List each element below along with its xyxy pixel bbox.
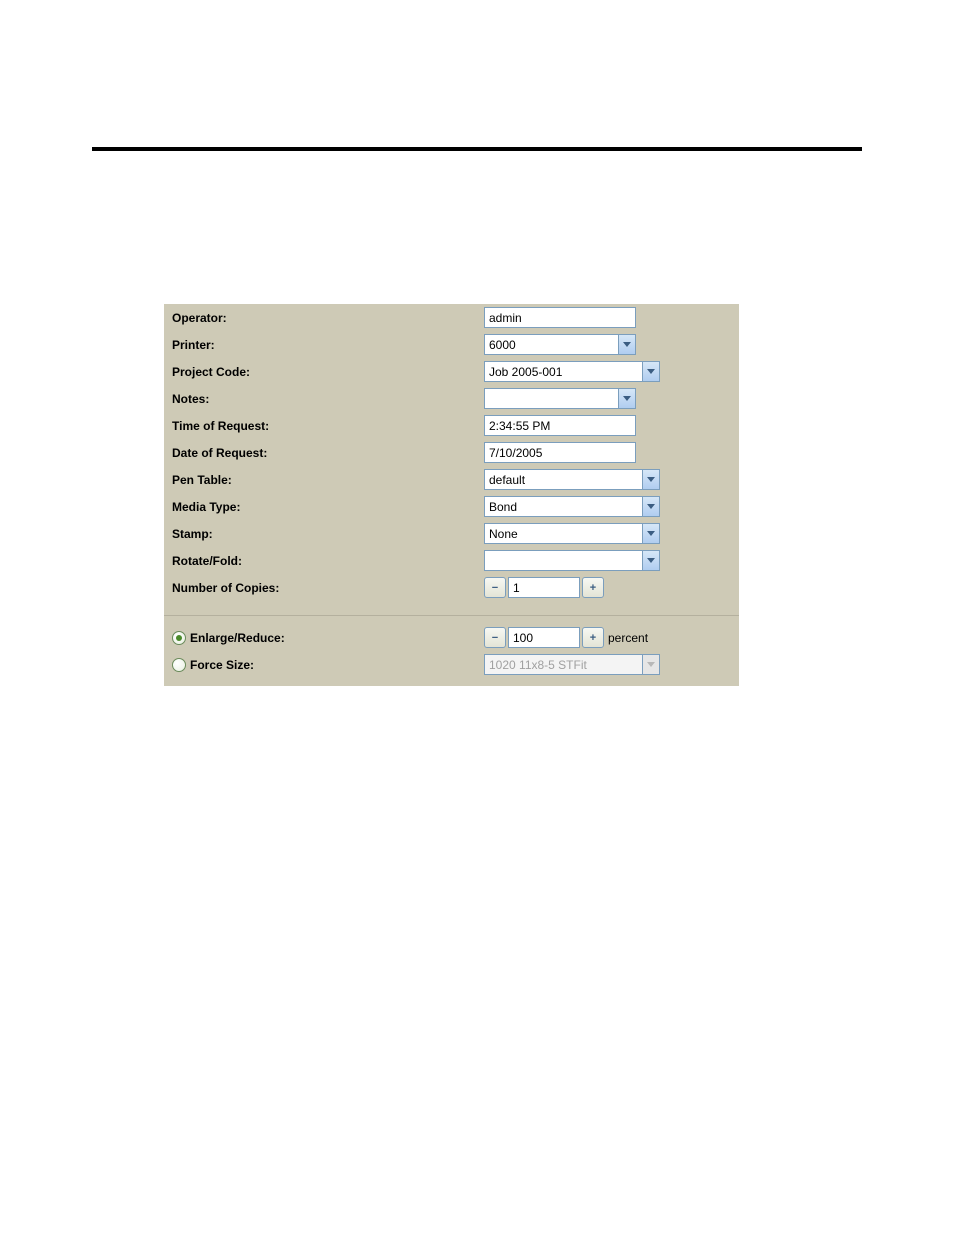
- label-time-of-request: Time of Request:: [172, 419, 484, 433]
- scale-plus-button[interactable]: +: [582, 627, 604, 648]
- label-operator: Operator:: [172, 311, 484, 325]
- operator-input[interactable]: [484, 307, 636, 328]
- copies-input[interactable]: [508, 577, 580, 598]
- printer-dropdown-button[interactable]: [618, 334, 636, 355]
- row-printer: Printer:: [164, 331, 739, 358]
- pen-table-input[interactable]: [484, 469, 642, 490]
- notes-dropdown-button[interactable]: [618, 388, 636, 409]
- stamp-combo: [484, 523, 660, 544]
- label-project-code: Project Code:: [172, 365, 484, 379]
- print-settings-panel: Operator: Printer: Project Code: Notes:: [164, 304, 739, 686]
- row-force-size: Force Size:: [164, 651, 739, 678]
- minus-icon: −: [492, 632, 498, 644]
- percent-suffix: percent: [608, 631, 648, 645]
- force-size-input: [484, 654, 642, 675]
- label-enlarge-reduce: Enlarge/Reduce:: [190, 631, 285, 645]
- printer-input[interactable]: [484, 334, 618, 355]
- copies-minus-button[interactable]: −: [484, 577, 506, 598]
- label-notes: Notes:: [172, 392, 484, 406]
- minus-icon: −: [492, 582, 498, 594]
- media-type-combo: [484, 496, 660, 517]
- enlarge-reduce-radio[interactable]: [172, 631, 186, 645]
- project-code-dropdown-button[interactable]: [642, 361, 660, 382]
- row-media-type: Media Type:: [164, 493, 739, 520]
- label-rotate-fold: Rotate/Fold:: [172, 554, 484, 568]
- pen-table-combo: [484, 469, 660, 490]
- label-stamp: Stamp:: [172, 527, 484, 541]
- label-date-of-request: Date of Request:: [172, 446, 484, 460]
- row-copies: Number of Copies: − +: [164, 574, 739, 601]
- printer-combo: [484, 334, 636, 355]
- row-notes: Notes:: [164, 385, 739, 412]
- pen-table-dropdown-button[interactable]: [642, 469, 660, 490]
- chevron-down-icon: [647, 504, 655, 510]
- row-enlarge-reduce: Enlarge/Reduce: − + percent: [164, 624, 739, 651]
- copies-plus-button[interactable]: +: [582, 577, 604, 598]
- notes-combo: [484, 388, 636, 409]
- force-size-dropdown-button: [642, 654, 660, 675]
- label-copies: Number of Copies:: [172, 581, 484, 595]
- stamp-input[interactable]: [484, 523, 642, 544]
- row-date-of-request: Date of Request:: [164, 439, 739, 466]
- rotate-fold-dropdown-button[interactable]: [642, 550, 660, 571]
- chevron-down-icon: [647, 369, 655, 375]
- chevron-down-icon: [647, 531, 655, 537]
- plus-icon: +: [590, 582, 596, 594]
- row-time-of-request: Time of Request:: [164, 412, 739, 439]
- label-media-type: Media Type:: [172, 500, 484, 514]
- row-pen-table: Pen Table:: [164, 466, 739, 493]
- media-type-input[interactable]: [484, 496, 642, 517]
- label-force-size: Force Size:: [190, 658, 254, 672]
- label-printer: Printer:: [172, 338, 484, 352]
- row-project-code: Project Code:: [164, 358, 739, 385]
- chevron-down-icon: [647, 477, 655, 483]
- scale-input[interactable]: [508, 627, 580, 648]
- row-stamp: Stamp:: [164, 520, 739, 547]
- row-operator: Operator:: [164, 304, 739, 331]
- chevron-down-icon: [623, 396, 631, 402]
- stamp-dropdown-button[interactable]: [642, 523, 660, 544]
- time-of-request-input[interactable]: [484, 415, 636, 436]
- chevron-down-icon: [647, 558, 655, 564]
- force-size-radio[interactable]: [172, 658, 186, 672]
- header-rule: [92, 147, 862, 151]
- section-divider: [164, 615, 739, 616]
- plus-icon: +: [590, 632, 596, 644]
- row-rotate-fold: Rotate/Fold:: [164, 547, 739, 574]
- chevron-down-icon: [647, 662, 655, 668]
- rotate-fold-input[interactable]: [484, 550, 642, 571]
- rotate-fold-combo: [484, 550, 660, 571]
- force-size-combo: [484, 654, 660, 675]
- date-of-request-input[interactable]: [484, 442, 636, 463]
- label-pen-table: Pen Table:: [172, 473, 484, 487]
- chevron-down-icon: [623, 342, 631, 348]
- media-type-dropdown-button[interactable]: [642, 496, 660, 517]
- notes-input[interactable]: [484, 388, 618, 409]
- project-code-combo: [484, 361, 660, 382]
- enlarge-reduce-spinner: − +: [484, 627, 604, 648]
- copies-spinner: − +: [484, 577, 604, 598]
- scale-minus-button[interactable]: −: [484, 627, 506, 648]
- project-code-input[interactable]: [484, 361, 642, 382]
